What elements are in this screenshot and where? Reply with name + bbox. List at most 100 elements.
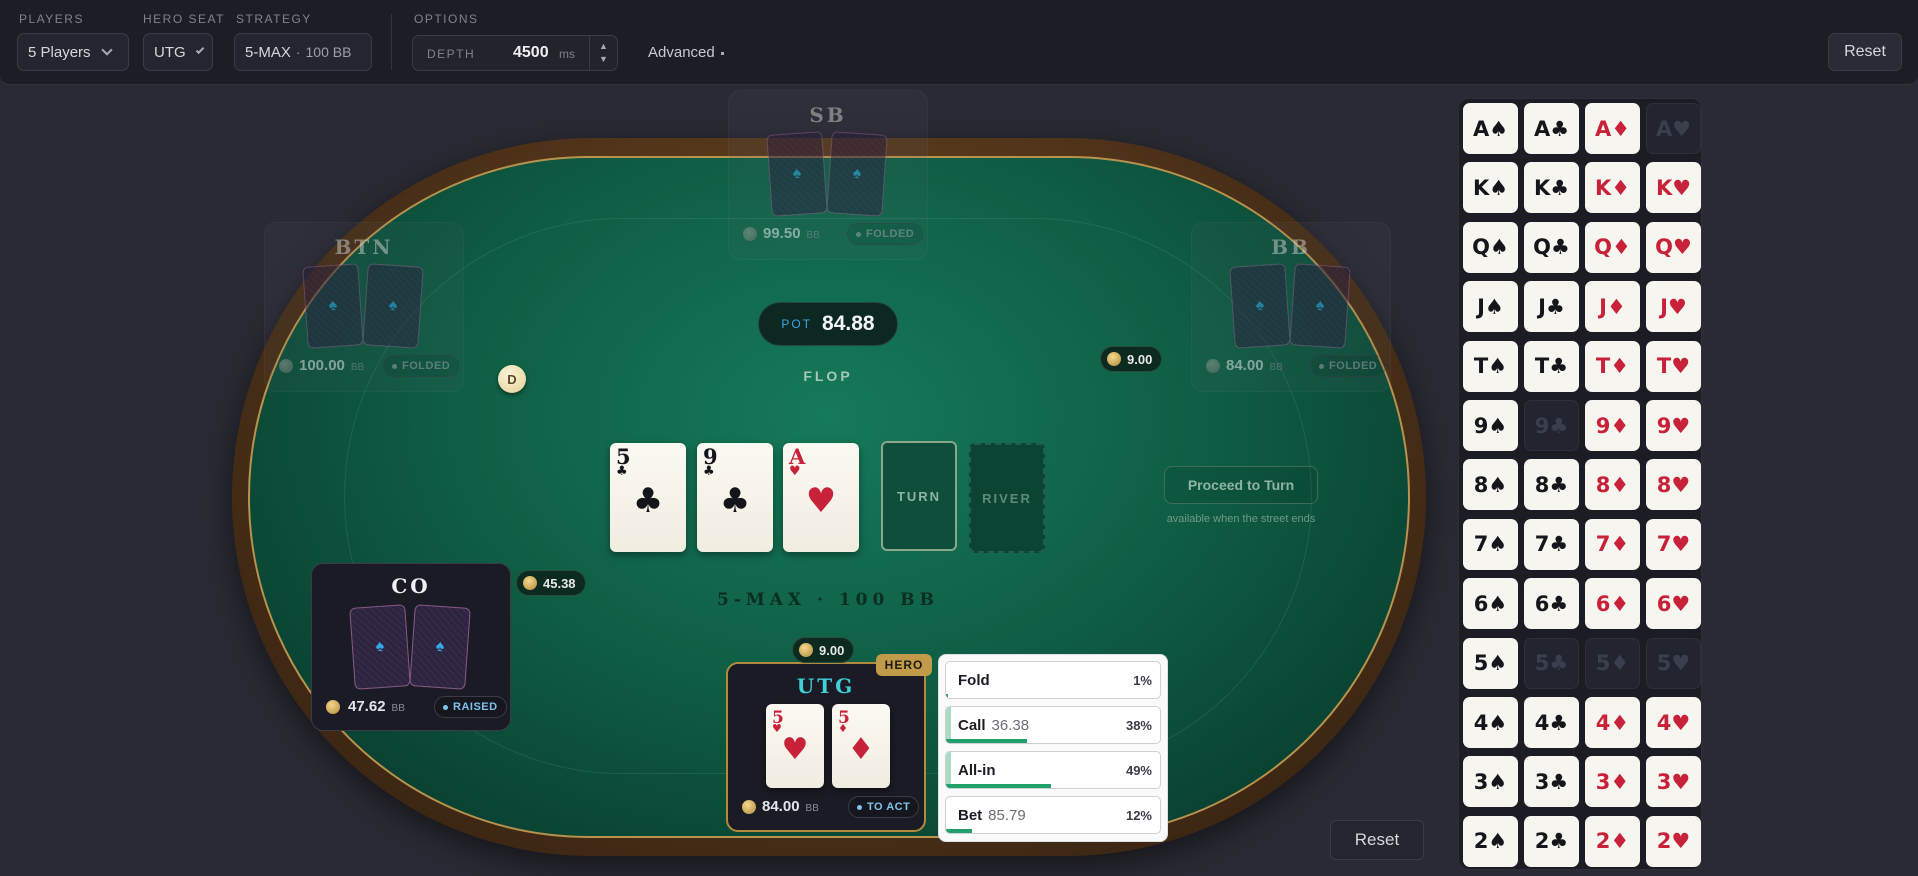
- card-option[interactable]: J♠: [1463, 281, 1518, 333]
- card-option[interactable]: 5♠: [1463, 637, 1518, 689]
- card-option[interactable]: 9♠: [1463, 400, 1518, 451]
- card-option[interactable]: Q♥: [1646, 221, 1701, 273]
- action-bet[interactable]: Bet 85.79 12%: [945, 796, 1161, 834]
- advanced-toggle[interactable]: Advanced: [648, 44, 724, 61]
- card-option[interactable]: 7♣: [1524, 518, 1579, 570]
- seat-btn[interactable]: BTN 100.00 BB FOLDED: [264, 222, 464, 392]
- card-option[interactable]: 6♣: [1524, 578, 1579, 630]
- card-option[interactable]: T♠: [1463, 340, 1518, 392]
- card-option[interactable]: 5♣: [1524, 637, 1579, 689]
- divider: [391, 14, 392, 70]
- card-option[interactable]: J♦: [1585, 281, 1640, 333]
- card-option[interactable]: K♣: [1524, 162, 1579, 214]
- card-option[interactable]: J♣: [1524, 281, 1579, 333]
- card-option[interactable]: 4♠: [1463, 697, 1518, 748]
- card-option[interactable]: 8♦: [1585, 459, 1640, 511]
- card-option[interactable]: A♣: [1524, 103, 1579, 154]
- seat-name: CO: [391, 574, 431, 598]
- stack-unit: BB: [391, 703, 405, 714]
- card-option[interactable]: 8♣: [1524, 459, 1579, 511]
- card-option[interactable]: J♥: [1646, 281, 1701, 333]
- hero-seat-select[interactable]: UTG: [143, 33, 213, 71]
- action-fold[interactable]: Fold 1%: [945, 661, 1161, 699]
- card-option[interactable]: 6♠: [1463, 578, 1518, 630]
- card-option[interactable]: 9♣: [1524, 400, 1579, 451]
- advanced-label: Advanced: [648, 44, 715, 61]
- card-option[interactable]: 2♣: [1524, 815, 1579, 867]
- card-option[interactable]: 5♥: [1646, 637, 1701, 689]
- hole-card[interactable]: 5 ♦ ♦: [832, 704, 890, 788]
- card-option[interactable]: 9♥: [1646, 400, 1701, 451]
- strategy-select[interactable]: 5-MAX · 100 BB: [234, 33, 372, 71]
- depth-unit: ms: [559, 47, 575, 61]
- hero-seat-value: UTG: [154, 43, 186, 61]
- players-select[interactable]: 5 Players: [17, 33, 129, 71]
- card-option[interactable]: K♥: [1646, 162, 1701, 214]
- bet-chip-utg: 9.00: [792, 637, 855, 663]
- strategy-stack: 100 BB: [305, 44, 352, 60]
- board-card[interactable]: 5 ♣ ♣: [610, 443, 686, 552]
- card-option[interactable]: 2♠: [1463, 815, 1518, 867]
- card-option[interactable]: 4♦: [1585, 697, 1640, 748]
- chevron-up-icon[interactable]: ▲: [590, 40, 617, 53]
- card-option[interactable]: 2♦: [1585, 815, 1640, 867]
- card-option[interactable]: 5♦: [1585, 637, 1640, 689]
- card-back: [302, 263, 364, 349]
- card-option[interactable]: 6♦: [1585, 578, 1640, 630]
- card-option[interactable]: 7♦: [1585, 518, 1640, 570]
- card-option[interactable]: 7♠: [1463, 518, 1518, 570]
- card-option[interactable]: 7♥: [1646, 518, 1701, 570]
- frequency-bar: [946, 784, 1051, 788]
- card-option[interactable]: T♥: [1646, 340, 1701, 392]
- stack-value: 100.00: [299, 357, 345, 374]
- proceed-to-turn-button[interactable]: Proceed to Turn: [1164, 466, 1318, 504]
- board-card[interactable]: 9 ♣ ♣: [697, 443, 773, 552]
- card-option[interactable]: K♠: [1463, 162, 1518, 214]
- card-option[interactable]: 3♥: [1646, 756, 1701, 808]
- seat-co[interactable]: CO 47.62 BB RAISED: [311, 563, 511, 731]
- card-option[interactable]: A♥: [1646, 103, 1701, 154]
- card-option[interactable]: T♦: [1585, 340, 1640, 392]
- card-option[interactable]: 2♥: [1646, 815, 1701, 867]
- seat-sb[interactable]: SB 99.50 BB FOLDED: [728, 90, 928, 260]
- card-option[interactable]: 3♠: [1463, 756, 1518, 808]
- stack-value: 47.62: [348, 698, 386, 715]
- turn-slot[interactable]: TURN: [881, 441, 957, 551]
- hole-card[interactable]: 5 ♥ ♥: [766, 704, 824, 788]
- depth-value[interactable]: 4500: [513, 44, 549, 62]
- card-option[interactable]: Q♣: [1524, 221, 1579, 273]
- board-card[interactable]: A ♥ ♥: [783, 443, 859, 552]
- card-option[interactable]: A♦: [1585, 103, 1640, 154]
- depth-stepper[interactable]: DEPTH 4500 ms ▲ ▼: [412, 35, 618, 71]
- action-amount: 36.38: [991, 717, 1030, 734]
- card-option[interactable]: A♠: [1463, 103, 1518, 154]
- card-option[interactable]: 3♦: [1585, 756, 1640, 808]
- card-option[interactable]: Q♠: [1463, 221, 1518, 273]
- card-option[interactable]: 4♣: [1524, 697, 1579, 748]
- action-call[interactable]: Call 36.38 38%: [945, 706, 1161, 744]
- seat-utg[interactable]: UTG 5 ♥ ♥ 5 ♦ ♦ 84.00 BB TO ACT: [726, 662, 926, 832]
- bet-chip-bb: 9.00: [1100, 346, 1163, 372]
- seat-name: SB: [809, 103, 847, 127]
- depth-spinner[interactable]: ▲ ▼: [589, 36, 617, 70]
- action-label: All-in: [958, 762, 996, 779]
- card-option[interactable]: K♦: [1585, 162, 1640, 214]
- card-option[interactable]: Q♦: [1585, 221, 1640, 273]
- action-all-in[interactable]: All-in 49%: [945, 751, 1161, 789]
- card-option[interactable]: 6♥: [1646, 578, 1701, 630]
- card-option[interactable]: 3♣: [1524, 756, 1579, 808]
- card-option[interactable]: 4♥: [1646, 697, 1701, 748]
- card-option[interactable]: 8♥: [1646, 459, 1701, 511]
- seat-bb[interactable]: BB 84.00 BB FOLDED: [1191, 222, 1391, 392]
- card-option[interactable]: 9♦: [1585, 400, 1640, 451]
- table-reset-button[interactable]: Reset: [1330, 820, 1424, 860]
- card-back: [826, 131, 888, 217]
- action-percent: 1%: [1133, 673, 1152, 688]
- reset-button[interactable]: Reset: [1828, 33, 1902, 71]
- action-edge: [946, 752, 951, 788]
- card-suit: ♥: [789, 464, 801, 479]
- card-option[interactable]: 8♠: [1463, 459, 1518, 511]
- card-option[interactable]: T♣: [1524, 340, 1579, 392]
- chevron-down-icon[interactable]: ▼: [590, 53, 617, 66]
- bet-chip-co: 45.38: [516, 570, 586, 596]
